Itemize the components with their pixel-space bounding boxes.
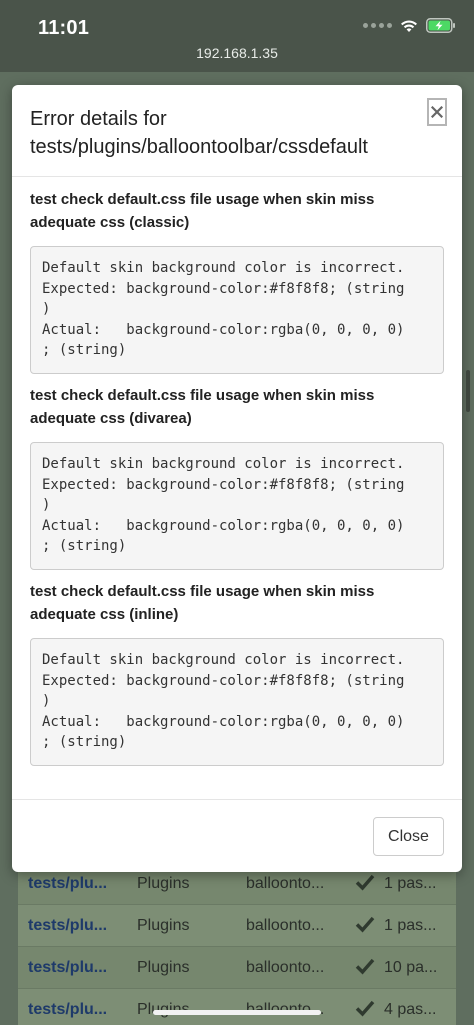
test-error-block-classic: test check default.css file usage when s… [30, 188, 444, 374]
close-button[interactable]: Close [373, 817, 444, 856]
module-cell: Plugins [137, 875, 190, 892]
checkmark-icon [355, 915, 375, 938]
result-cell: 1 pas... [384, 917, 437, 934]
result-cell: 4 pas... [384, 1001, 437, 1018]
checkmark-icon [355, 999, 375, 1022]
close-icon [431, 106, 443, 118]
name-cell: balloonto... [246, 875, 325, 892]
error-details-text: Default skin background color is incorre… [30, 442, 444, 570]
test-path-link[interactable]: tests/plu... [28, 959, 128, 977]
test-path-link[interactable]: tests/plu... [28, 1001, 128, 1019]
status-bar: 11:01 192.168.1.35 [0, 0, 474, 72]
status-time: 11:01 [38, 17, 90, 39]
modal-header: Error details for tests/plugins/balloont… [12, 85, 462, 177]
status-icons [363, 18, 456, 33]
close-x-button[interactable] [427, 98, 447, 126]
modal-title-line1: Error details for [30, 108, 167, 130]
modal-title: Error details for tests/plugins/balloont… [30, 105, 410, 161]
signal-dots-icon [363, 23, 392, 28]
result-cell: 10 pa... [384, 959, 438, 976]
test-title: test check default.css file usage when s… [30, 583, 375, 623]
modal-title-line2: tests/plugins/balloontoolbar/cssdefault [30, 136, 368, 158]
checkmark-icon [355, 873, 375, 896]
results-table: tests/plu... Plugins balloonto... 1 pas.… [18, 862, 456, 1025]
table-row: tests/plu... Plugins balloonto... 1 pas.… [18, 904, 456, 946]
modal-footer: Close [12, 799, 462, 872]
page-scrollbar[interactable] [466, 370, 470, 412]
name-cell: balloonto... [246, 917, 325, 934]
test-error-block-inline: test check default.css file usage when s… [30, 580, 444, 766]
test-path-link[interactable]: tests/plu... [28, 917, 128, 935]
test-error-block-divarea: test check default.css file usage when s… [30, 384, 444, 570]
wifi-icon [401, 19, 417, 32]
module-cell: Plugins [137, 917, 190, 934]
modal-body[interactable]: test check default.css file usage when s… [12, 178, 462, 798]
test-path-link[interactable]: tests/plu... [28, 875, 128, 893]
battery-charging-icon [426, 18, 455, 33]
address-bar-url[interactable]: 192.168.1.35 [0, 45, 474, 61]
test-title: test check default.css file usage when s… [30, 387, 375, 427]
error-details-text: Default skin background color is incorre… [30, 246, 444, 374]
module-cell: Plugins [137, 959, 190, 976]
error-details-text: Default skin background color is incorre… [30, 638, 444, 766]
checkmark-icon [355, 957, 375, 980]
table-row: tests/plu... Plugins balloonto... 10 pa.… [18, 946, 456, 988]
name-cell: balloonto... [246, 959, 325, 976]
result-cell: 1 pas... [384, 875, 437, 892]
home-indicator[interactable] [153, 1010, 321, 1015]
table-row: tests/plu... Plugins balloonto... 4 pas.… [18, 988, 456, 1025]
error-details-modal: Error details for tests/plugins/balloont… [12, 85, 462, 872]
test-title: test check default.css file usage when s… [30, 191, 375, 231]
